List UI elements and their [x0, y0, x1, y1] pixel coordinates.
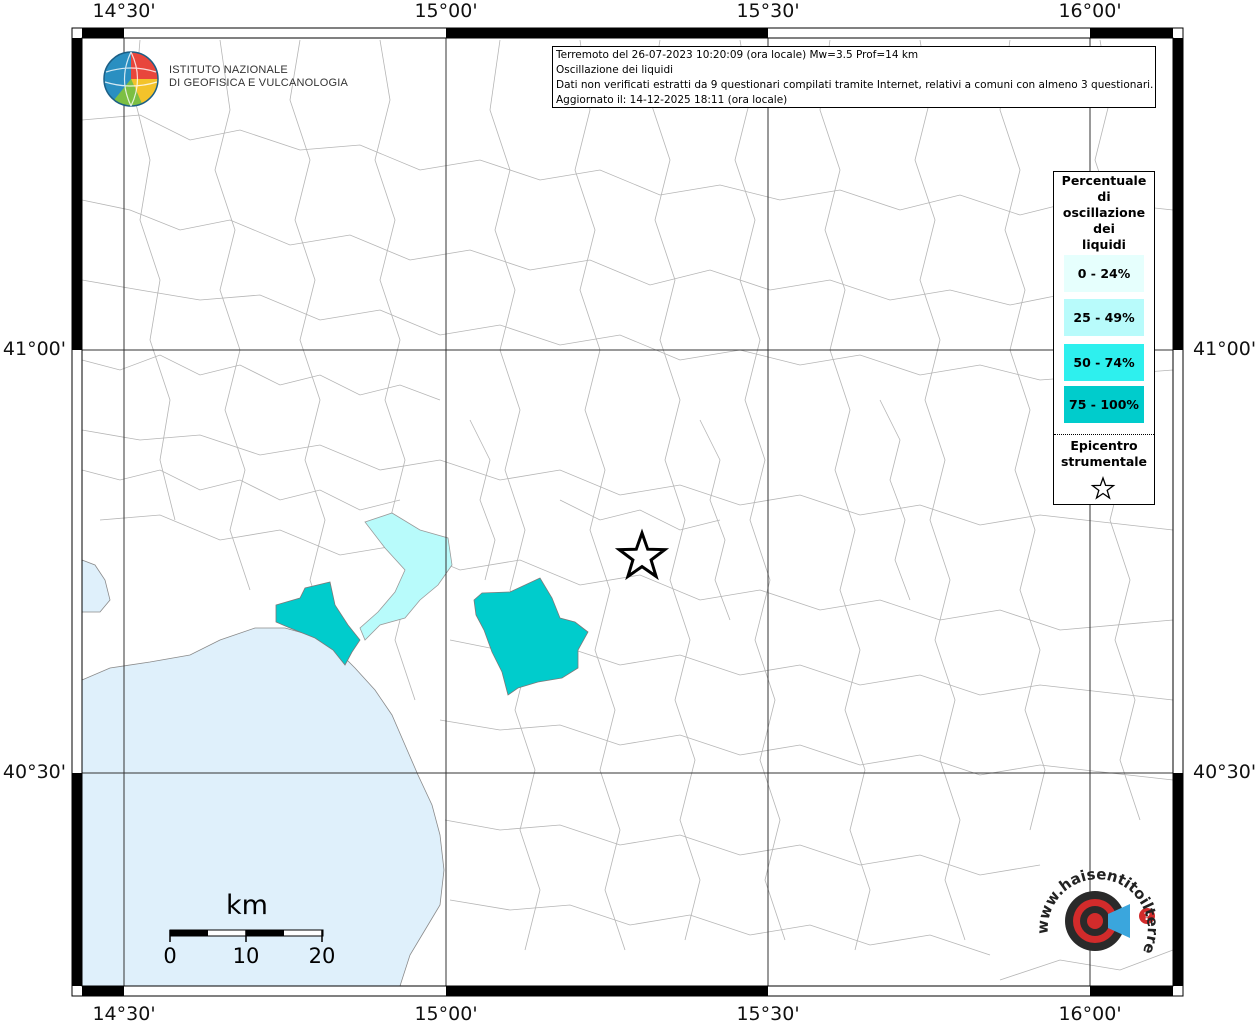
- event-note: Dati non verificati estratti da 9 questi…: [556, 79, 1154, 91]
- legend-separator: [1054, 434, 1154, 435]
- legend-epicenter-label: Epicentro strumentale: [1054, 438, 1154, 470]
- legend-title-line: Percentuale: [1061, 173, 1147, 188]
- event-info-box: Terremoto del 26-07-2023 10:20:09 (ora l…: [552, 46, 1156, 108]
- lon-label-bottom-1430: 14°30': [92, 1003, 156, 1025]
- lon-label-top-1500: 15°00': [414, 0, 478, 22]
- event-title: Terremoto del 26-07-2023 10:20:09 (ora l…: [556, 49, 919, 61]
- lon-label-bottom-1530: 15°30': [736, 1003, 800, 1025]
- lon-label-bottom-1500: 15°00': [414, 1003, 478, 1025]
- legend-title: Percentuale di oscillazione dei liquidi: [1054, 173, 1154, 253]
- lon-label-top-1530: 15°30': [736, 0, 800, 22]
- legend-item-0-24: 0 - 24%: [1064, 255, 1144, 292]
- legend-title-line: liquidi: [1082, 237, 1126, 252]
- legend-title-line: oscillazione: [1062, 205, 1146, 220]
- ingv-logo-text: ISTITUTO NAZIONALE DI GEOFISICA E VULCAN…: [169, 64, 348, 90]
- lat-label-right-4100: 41°00': [1193, 338, 1256, 360]
- lon-label-bottom-1600: 16°00': [1058, 1003, 1122, 1025]
- legend-item-25-49: 25 - 49%: [1064, 299, 1144, 336]
- lon-label-top-1600: 16°00': [1058, 0, 1122, 22]
- lat-label-left-4100: 41°00': [2, 338, 66, 360]
- scale-label-10: 10: [232, 944, 260, 968]
- lat-label-left-4030: 40°30': [2, 761, 66, 783]
- scale-unit: km: [226, 890, 268, 921]
- legend-item-50-74: 50 - 74%: [1064, 344, 1144, 381]
- legend-item-75-100: 75 - 100%: [1064, 386, 1144, 423]
- scale-label-0: 0: [163, 944, 177, 968]
- ingv-line-2: DI GEOFISICA E VULCANOLOGIA: [169, 77, 348, 89]
- event-subtitle: Oscillazione dei liquidi: [556, 64, 674, 76]
- hsit-logo-icon: ? www.haisentitoilterremoto.it: [1030, 866, 1160, 957]
- lat-label-right-4030: 40°30': [1193, 761, 1256, 783]
- legend-title-line: di: [1097, 189, 1111, 204]
- event-updated: Aggiornato il: 14-12-2025 18:11 (ora loc…: [556, 94, 788, 106]
- lon-label-top-1430: 14°30': [92, 0, 156, 22]
- ingv-line-1: ISTITUTO NAZIONALE: [169, 64, 288, 76]
- legend-star-icon: [1090, 476, 1116, 500]
- scale-label-20: 20: [308, 944, 336, 968]
- legend: Percentuale di oscillazione dei liquidi …: [1053, 171, 1155, 505]
- legend-epicenter-line: strumentale: [1060, 454, 1148, 469]
- legend-epicenter-line: Epicentro: [1070, 438, 1138, 453]
- legend-title-line: dei: [1093, 221, 1115, 236]
- ingv-globe-icon: [103, 51, 159, 107]
